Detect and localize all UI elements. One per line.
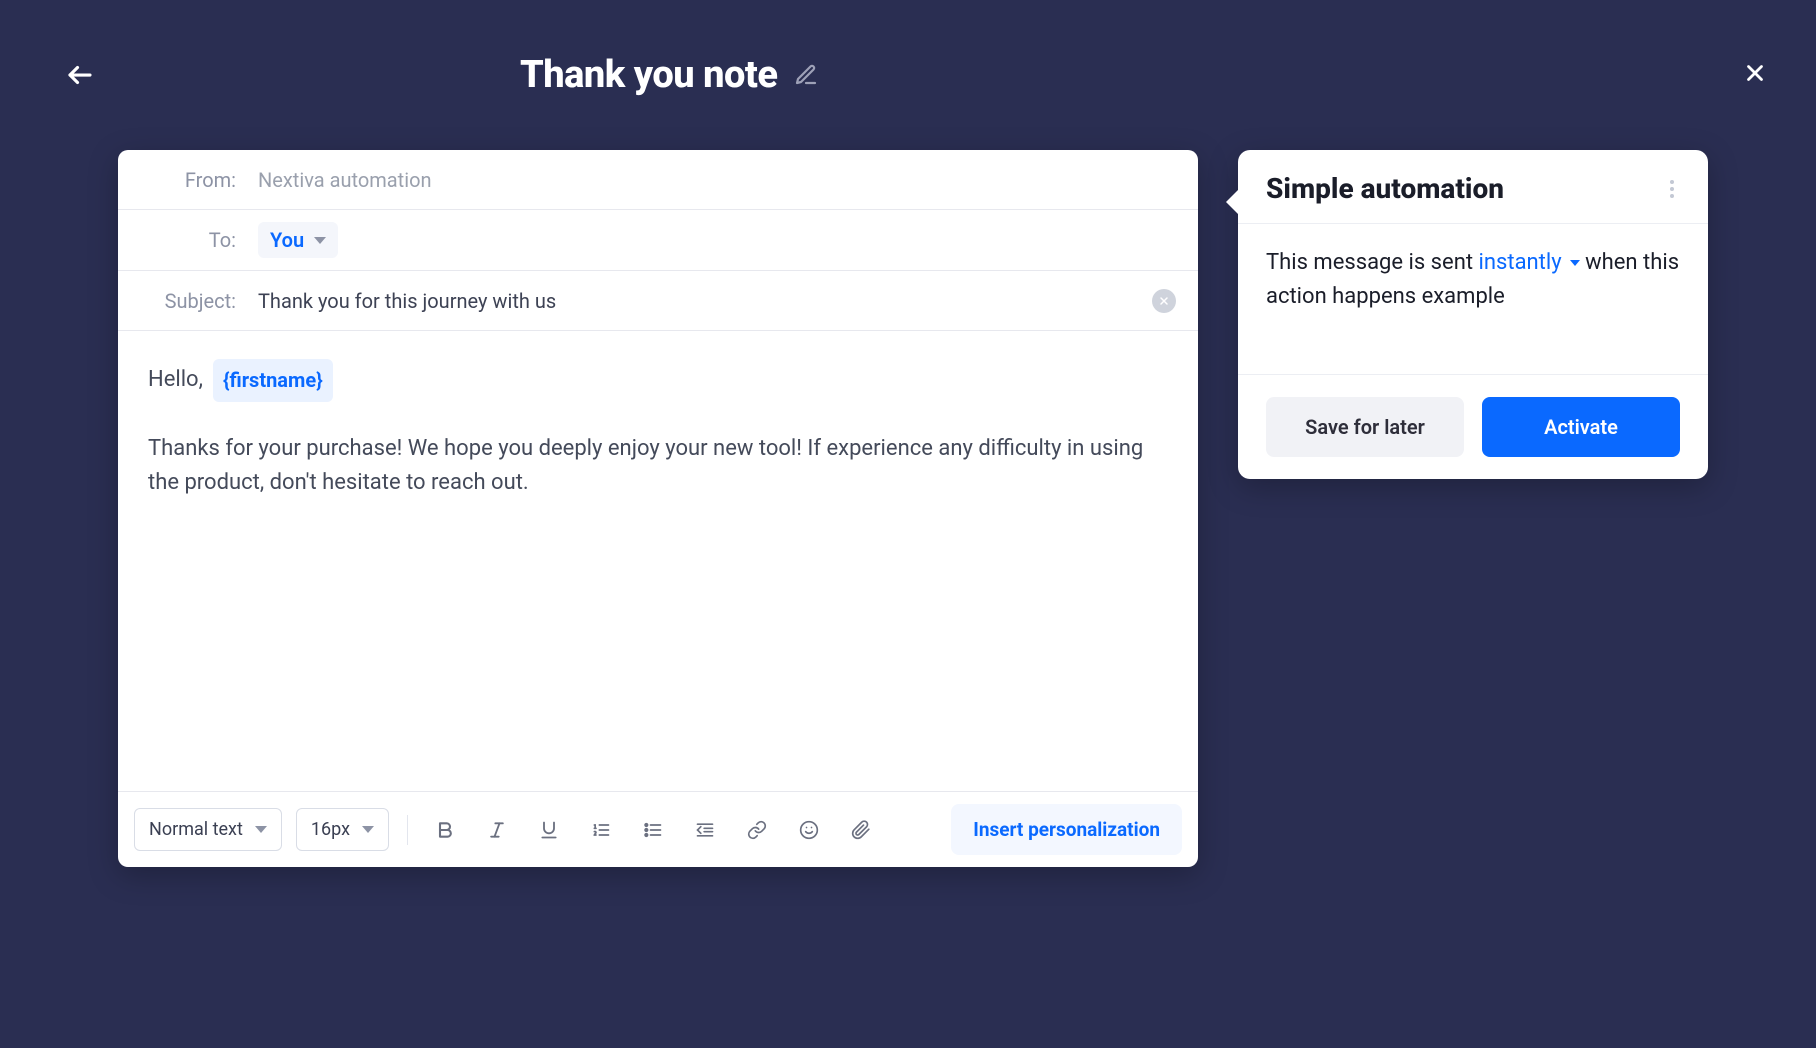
bulleted-list-button[interactable]: [634, 811, 672, 849]
email-composer: From: Nextiva automation To: You Subject…: [118, 150, 1198, 867]
to-row: To: You: [118, 210, 1198, 271]
panel-menu-button[interactable]: [1664, 174, 1680, 204]
paperclip-icon: [851, 820, 871, 840]
outdent-icon: [695, 820, 715, 840]
personalization-chip[interactable]: {firstname}: [213, 359, 333, 402]
edit-title-button[interactable]: [794, 63, 818, 87]
main-content: From: Nextiva automation To: You Subject…: [118, 150, 1708, 867]
dot-icon: [1670, 187, 1674, 191]
font-size-value: 16px: [311, 819, 350, 840]
underline-icon: [539, 820, 559, 840]
italic-icon: [487, 820, 507, 840]
italic-button[interactable]: [478, 811, 516, 849]
panel-body: This message is sent instantly when this…: [1238, 224, 1708, 374]
activate-button[interactable]: Activate: [1482, 397, 1680, 457]
to-select[interactable]: You: [258, 222, 338, 258]
timing-select[interactable]: instantly: [1479, 246, 1580, 280]
close-button[interactable]: [1734, 52, 1776, 94]
callout-arrow-icon: [1226, 190, 1238, 214]
bulleted-list-icon: [643, 820, 663, 840]
emoji-icon: [799, 820, 819, 840]
bold-icon: [435, 820, 455, 840]
automation-panel: Simple automation This message is sent i…: [1238, 150, 1708, 479]
side-panel-wrap: Simple automation This message is sent i…: [1238, 150, 1708, 479]
text-style-value: Normal text: [149, 819, 243, 840]
attachment-button[interactable]: [842, 811, 880, 849]
insert-personalization-button[interactable]: Insert personalization: [951, 804, 1182, 855]
body-paragraph: Thanks for your purchase! We hope you de…: [148, 432, 1168, 500]
dot-icon: [1670, 194, 1674, 198]
font-size-select[interactable]: 16px: [296, 808, 389, 851]
editor-toolbar: Normal text 16px: [118, 791, 1198, 867]
toolbar-divider: [407, 815, 408, 845]
greeting-line: Hello, {firstname}: [148, 359, 1168, 402]
back-button[interactable]: [60, 55, 100, 95]
x-icon: [1158, 295, 1170, 307]
numbered-list-button[interactable]: [582, 811, 620, 849]
to-value: You: [270, 228, 304, 252]
panel-actions: Save for later Activate: [1238, 374, 1708, 479]
greeting-text: Hello,: [148, 363, 203, 397]
email-body-editor[interactable]: Hello, {firstname} Thanks for your purch…: [118, 331, 1198, 791]
subject-label: Subject:: [146, 289, 236, 313]
bold-button[interactable]: [426, 811, 464, 849]
page-title: Thank you note: [520, 53, 778, 97]
chevron-down-icon: [314, 237, 326, 244]
header-bar: Thank you note: [0, 40, 1816, 110]
text-style-select[interactable]: Normal text: [134, 808, 282, 851]
page-title-wrap: Thank you note: [520, 53, 818, 97]
chevron-down-icon: [1570, 260, 1580, 266]
clear-subject-button[interactable]: [1152, 289, 1176, 313]
save-for-later-button[interactable]: Save for later: [1266, 397, 1464, 457]
link-button[interactable]: [738, 811, 776, 849]
numbered-list-icon: [591, 820, 611, 840]
outdent-button[interactable]: [686, 811, 724, 849]
to-label: To:: [146, 228, 236, 252]
from-label: From:: [146, 168, 236, 192]
panel-title: Simple automation: [1266, 172, 1504, 205]
desc-part1: This message is sent: [1266, 250, 1473, 275]
dot-icon: [1670, 180, 1674, 184]
subject-input[interactable]: Thank you for this journey with us: [258, 289, 556, 313]
close-icon: [1742, 60, 1768, 86]
arrow-left-icon: [65, 60, 95, 90]
underline-button[interactable]: [530, 811, 568, 849]
panel-header: Simple automation: [1238, 150, 1708, 224]
pencil-icon: [794, 63, 818, 87]
subject-row: Subject: Thank you for this journey with…: [118, 271, 1198, 331]
from-row: From: Nextiva automation: [118, 150, 1198, 210]
timing-value: instantly: [1479, 246, 1562, 280]
chevron-down-icon: [255, 826, 267, 833]
link-icon: [747, 820, 767, 840]
chevron-down-icon: [362, 826, 374, 833]
from-value: Nextiva automation: [258, 168, 432, 192]
emoji-button[interactable]: [790, 811, 828, 849]
